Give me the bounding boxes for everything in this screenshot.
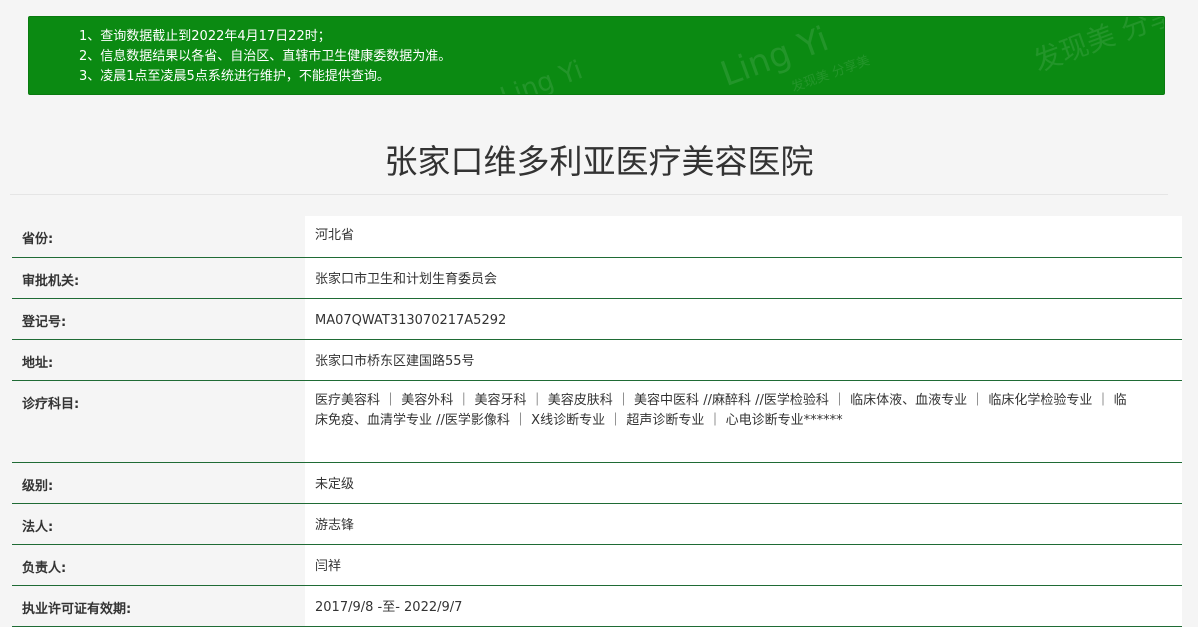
row-value: 医疗美容科 ｜ 美容外科 ｜ 美容牙科 ｜ 美容皮肤科 ｜ 美容中医科 //麻醉… (305, 380, 1182, 463)
row-label: 登记号: (12, 298, 305, 340)
notice-item: 3、凌晨1点至凌晨5点系统进行维护，不能提供查询。 (79, 69, 390, 84)
row-label: 负责人: (12, 544, 305, 586)
notice-banner: Ling Yi Ling Yi 发现美 分享美 发现美 分享美 1、查询数据截止… (28, 16, 1165, 95)
row-value: 未定级 (305, 462, 1182, 504)
info-row-legal-representative: 法人: 游志锋 (12, 503, 1182, 545)
info-row-address: 地址: 张家口市桥东区建国路55号 (12, 339, 1182, 381)
info-row-approval-authority: 审批机关: 张家口市卫生和计划生育委员会 (12, 257, 1182, 299)
row-label: 法人: (12, 503, 305, 545)
notice-list: 1、查询数据截止到2022年4月17日22时； 2、信息数据结果以各省、自治区、… (29, 17, 1164, 87)
info-row-registration-number: 登记号: MA07QWAT313070217A5292 (12, 298, 1182, 340)
row-value: 游志锋 (305, 503, 1182, 545)
row-value: 张家口市桥东区建国路55号 (305, 339, 1182, 381)
info-row-departments: 诊疗科目: 医疗美容科 ｜ 美容外科 ｜ 美容牙科 ｜ 美容皮肤科 ｜ 美容中医… (12, 380, 1182, 463)
info-row-level: 级别: 未定级 (12, 462, 1182, 504)
row-label: 省份: (12, 216, 305, 258)
row-value: MA07QWAT313070217A5292 (305, 298, 1182, 340)
info-row-license-validity: 执业许可证有效期: 2017/9/8 -至- 2022/9/7 (12, 585, 1182, 627)
row-label: 诊疗科目: (12, 380, 305, 463)
title-divider (10, 194, 1168, 195)
notice-item: 2、信息数据结果以各省、自治区、直辖市卫生健康委数据为准。 (79, 49, 452, 64)
row-label: 级别: (12, 462, 305, 504)
hospital-title: 张家口维多利亚医疗美容医院 (384, 142, 814, 181)
row-value: 河北省 (305, 216, 1182, 258)
row-value: 2017/9/8 -至- 2022/9/7 (305, 585, 1182, 627)
row-label: 执业许可证有效期: (12, 585, 305, 627)
row-value: 张家口市卫生和计划生育委员会 (305, 257, 1182, 299)
hospital-info-table: 省份: 河北省 审批机关: 张家口市卫生和计划生育委员会 登记号: MA07QW… (12, 216, 1182, 627)
notice-item: 1、查询数据截止到2022年4月17日22时； (79, 29, 331, 44)
row-value: 闫祥 (305, 544, 1182, 586)
info-row-person-in-charge: 负责人: 闫祥 (12, 544, 1182, 586)
info-row-province: 省份: 河北省 (12, 216, 1182, 258)
row-label: 审批机关: (12, 257, 305, 299)
row-label: 地址: (12, 339, 305, 381)
